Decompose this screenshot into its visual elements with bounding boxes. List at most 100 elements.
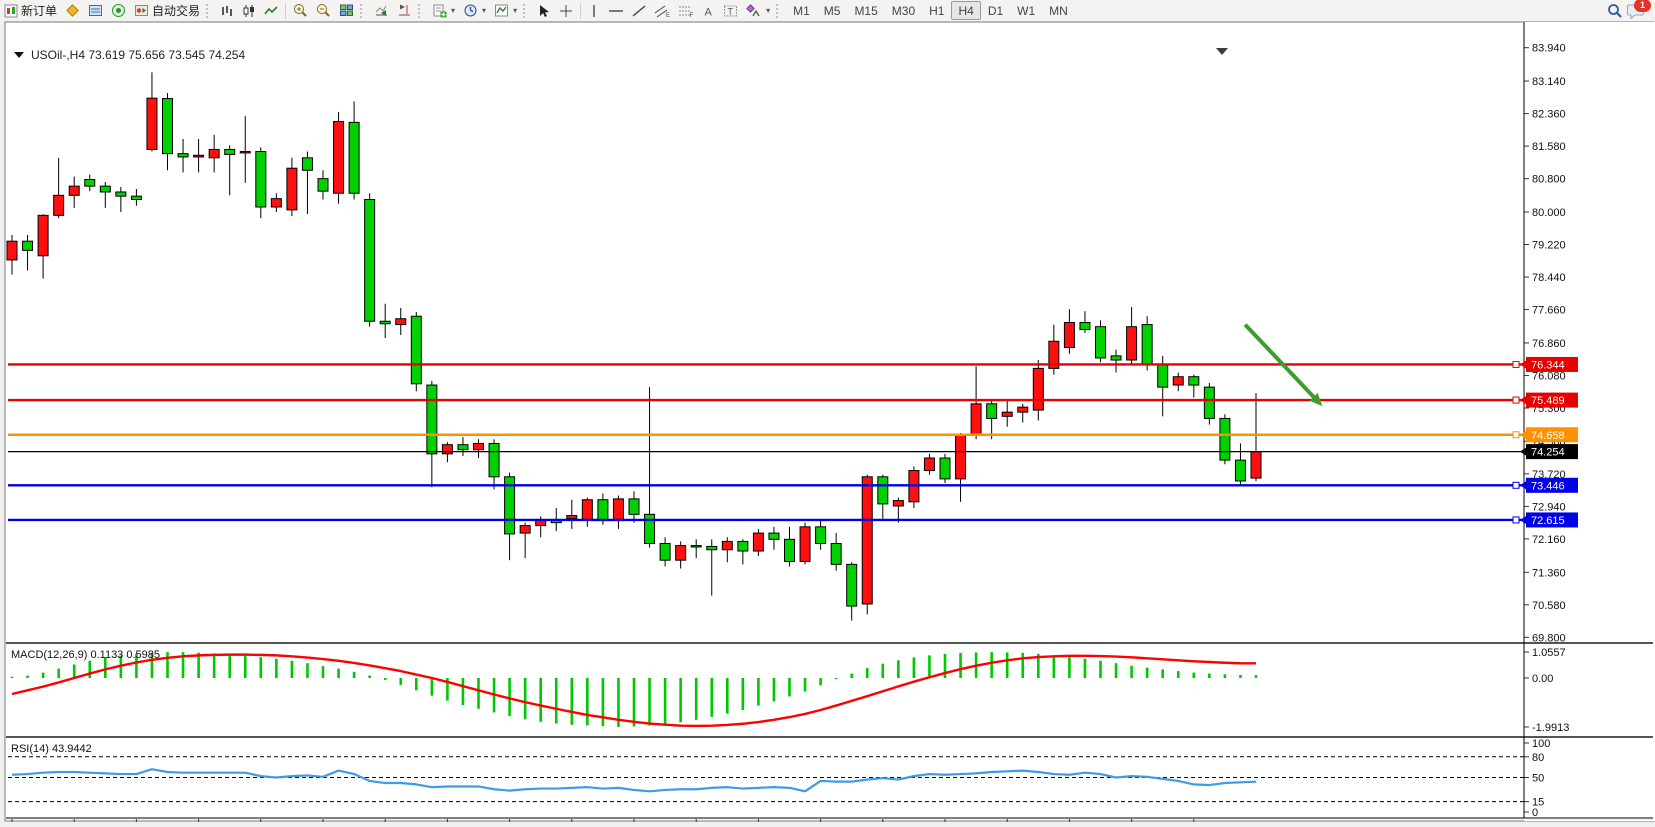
candle-body xyxy=(987,404,997,419)
price-tick-label: 83.940 xyxy=(1532,43,1566,55)
navigator-button[interactable] xyxy=(107,1,130,20)
candle-body xyxy=(629,499,639,514)
candle-body xyxy=(1080,323,1090,330)
autotrading-icon xyxy=(134,3,149,18)
candle-body xyxy=(722,541,732,549)
crosshair-button[interactable] xyxy=(555,1,577,20)
text-label-button[interactable]: T xyxy=(719,1,742,20)
line-handle[interactable] xyxy=(1513,361,1519,367)
candle-body xyxy=(365,199,375,321)
candle-body xyxy=(1235,460,1245,481)
chat-button[interactable]: 1 xyxy=(1627,3,1645,19)
line-handle[interactable] xyxy=(1513,482,1519,488)
candle-body xyxy=(753,533,763,551)
timeframe-button-m5[interactable]: M5 xyxy=(817,1,848,20)
candle-body xyxy=(1111,356,1121,360)
candle-body xyxy=(738,541,748,551)
candle-body xyxy=(613,499,623,521)
candlestick-chart-icon xyxy=(242,4,256,18)
candle-body xyxy=(85,179,95,186)
zoom-in-button[interactable] xyxy=(289,1,312,20)
svg-text:73.446: 73.446 xyxy=(1531,480,1565,492)
line-handle[interactable] xyxy=(1513,397,1519,403)
candle-body xyxy=(956,435,966,479)
candlestick-chart-button[interactable] xyxy=(238,1,260,20)
candle-body xyxy=(380,321,390,324)
timeframe-button-h4[interactable]: H4 xyxy=(951,1,980,20)
chart-frame xyxy=(5,22,1654,821)
periods-button[interactable]: ▾ xyxy=(459,1,490,20)
timeframe-button-w1[interactable]: W1 xyxy=(1010,1,1042,20)
line-chart-icon xyxy=(264,4,278,18)
chart-window: 83.94083.14082.36081.58080.80080.00079.2… xyxy=(0,21,1655,822)
candle-body xyxy=(1018,407,1028,412)
chart-canvas[interactable]: 83.94083.14082.36081.58080.80080.00079.2… xyxy=(0,21,1655,822)
candle-body xyxy=(831,544,841,565)
candle-body xyxy=(707,546,717,549)
svg-text:74.658: 74.658 xyxy=(1531,430,1565,442)
new-order-button[interactable]: 新订单 xyxy=(0,1,61,20)
timeframe-button-mn[interactable]: MN xyxy=(1042,1,1075,20)
price-tick-label: 81.580 xyxy=(1532,141,1566,153)
main-toolbar: 新订单 自动交易 xyxy=(0,0,1655,22)
candle-body xyxy=(474,443,484,449)
bar-chart-button[interactable] xyxy=(216,1,238,20)
candle-body xyxy=(645,514,655,543)
line-handle[interactable] xyxy=(1513,517,1519,523)
notification-badge: 1 xyxy=(1634,0,1651,12)
trendline-button[interactable] xyxy=(628,1,650,20)
price-tick-label: 72.160 xyxy=(1532,534,1566,546)
candle-body xyxy=(349,122,359,193)
autotrading-button[interactable]: 自动交易 xyxy=(130,1,204,20)
new-chart-button[interactable]: ▾ xyxy=(428,1,459,20)
candle-body xyxy=(38,215,48,255)
svg-text:A: A xyxy=(705,6,713,18)
candle-body xyxy=(489,443,499,476)
timeframe-button-m1[interactable]: M1 xyxy=(786,1,817,20)
candle-body xyxy=(69,186,79,195)
price-tick-label: 71.360 xyxy=(1532,567,1566,579)
candle-body xyxy=(691,546,701,547)
data-window-button[interactable] xyxy=(84,1,107,20)
candle-body xyxy=(54,195,64,215)
bar-chart-icon xyxy=(220,4,234,18)
shapes-icon xyxy=(746,4,762,18)
rsi-axis-label: 100 xyxy=(1532,738,1550,750)
candle-body xyxy=(100,186,110,192)
chart-shift-button[interactable] xyxy=(393,1,416,20)
svg-text:F: F xyxy=(690,13,694,18)
auto-scroll-button[interactable] xyxy=(370,1,393,20)
cursor-button[interactable] xyxy=(533,1,555,20)
line-handle[interactable] xyxy=(1513,432,1519,438)
navigator-icon xyxy=(111,3,126,18)
fibonacci-button[interactable]: F xyxy=(674,1,698,20)
market-watch-button[interactable] xyxy=(61,1,84,20)
svg-text:72.615: 72.615 xyxy=(1531,515,1565,527)
timeframe-button-d1[interactable]: D1 xyxy=(981,1,1010,20)
tile-windows-button[interactable] xyxy=(335,1,358,20)
indicators-button[interactable]: ▾ xyxy=(490,1,521,20)
text-button[interactable]: A xyxy=(698,1,719,20)
price-tick-label: 76.860 xyxy=(1532,338,1566,350)
shapes-button[interactable]: ▾ xyxy=(742,1,774,20)
chart-type-group xyxy=(216,1,358,21)
candle-body xyxy=(1220,418,1230,460)
cursor-icon xyxy=(537,4,551,18)
candle-body xyxy=(924,458,934,471)
timeframe-group: M1M5M15M30H1H4D1W1MN xyxy=(786,1,1075,21)
search-button[interactable] xyxy=(1603,1,1627,20)
data-window-icon xyxy=(88,3,103,18)
timeframe-button-m15[interactable]: M15 xyxy=(847,1,884,20)
horizontal-line-button[interactable] xyxy=(604,1,628,20)
price-tick-label: 70.580 xyxy=(1532,600,1566,612)
timeframe-button-m30[interactable]: M30 xyxy=(885,1,922,20)
line-chart-button[interactable] xyxy=(260,1,282,20)
equidistant-channel-button[interactable]: E xyxy=(650,1,674,20)
candle-body xyxy=(427,385,437,454)
vertical-line-button[interactable] xyxy=(584,1,604,20)
new-chart-icon xyxy=(432,3,447,18)
zoom-out-button[interactable] xyxy=(312,1,335,20)
timeframe-button-h1[interactable]: H1 xyxy=(922,1,951,20)
toolbar-grip xyxy=(418,4,426,18)
candle-body xyxy=(1096,327,1106,358)
